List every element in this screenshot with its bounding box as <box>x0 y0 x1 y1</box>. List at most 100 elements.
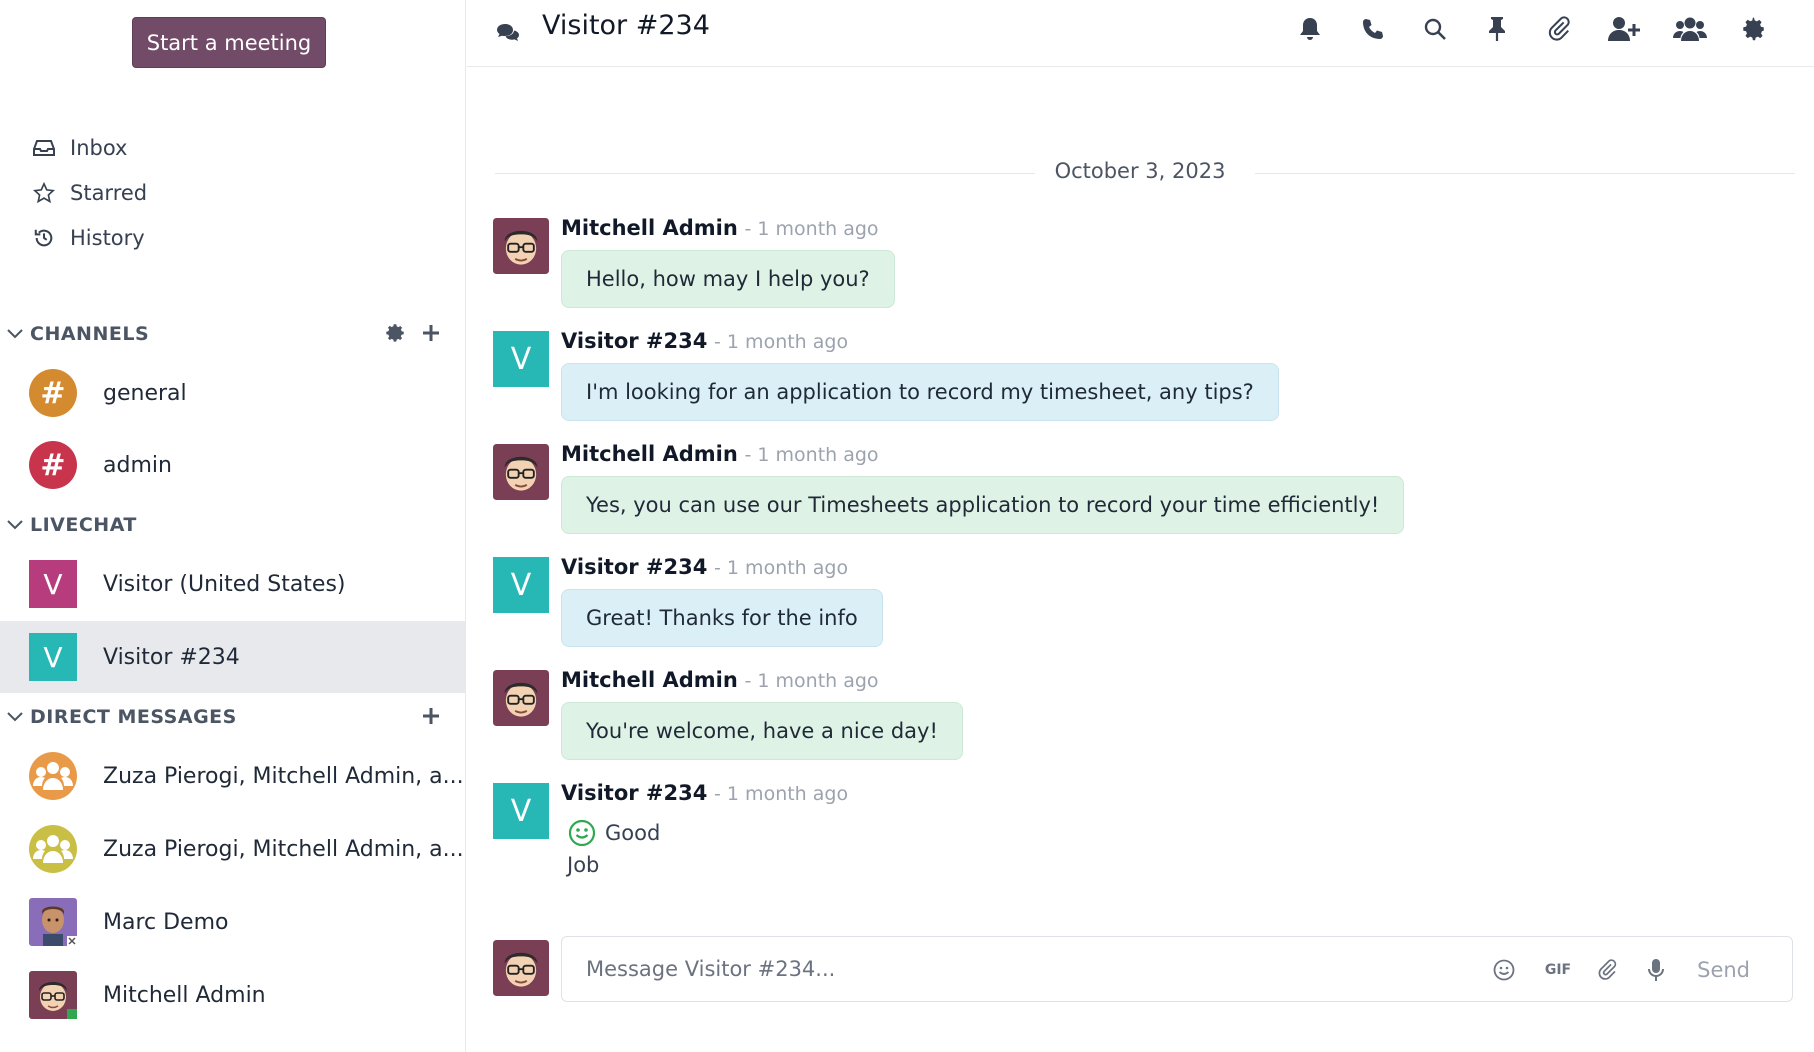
channel-name: general <box>103 380 187 406</box>
paperclip-icon[interactable] <box>1543 12 1577 46</box>
dm-name: Mitchell Admin <box>103 982 266 1008</box>
livechat-section-header[interactable]: LIVECHAT <box>0 505 466 545</box>
add-direct-message-icon[interactable] <box>418 701 444 731</box>
nav-item-label: Starred <box>70 180 148 205</box>
composer: GIF Send <box>493 936 1793 1002</box>
message-header: Visitor #234 - 1 month ago <box>561 781 848 805</box>
thread-title: Visitor #234 <box>542 10 710 41</box>
message-author[interactable]: Visitor #234 <box>561 555 707 579</box>
message-author[interactable]: Visitor #234 <box>561 329 707 353</box>
history-icon <box>30 224 58 252</box>
message-bubble: Yes, you can use our Timesheets applicat… <box>561 476 1405 534</box>
message-bubble: Great! Thanks for the info <box>561 589 883 647</box>
message-header: Visitor #234 - 1 month ago <box>561 555 848 579</box>
message-author[interactable]: Visitor #234 <box>561 781 707 805</box>
start-meeting-button[interactable]: Start a meeting <box>132 17 326 68</box>
visitor-avatar: V <box>29 560 77 608</box>
inbox-icon <box>30 134 58 162</box>
message-header: Mitchell Admin - 1 month ago <box>561 668 879 692</box>
message-bubble: You're welcome, have a nice day! <box>561 702 963 760</box>
nav-item-starred[interactable]: Starred <box>30 170 147 215</box>
dm-name: Marc Demo <box>103 909 229 935</box>
chevron-down-icon <box>0 510 30 540</box>
dm-name: Zuza Pierogi, Mitchell Admin, a... <box>103 836 464 862</box>
message-bubble: I'm looking for an application to record… <box>561 363 1279 421</box>
nav-item-inbox[interactable]: Inbox <box>30 125 147 170</box>
star-icon <box>30 179 58 207</box>
nav-item-history[interactable]: History <box>30 215 147 260</box>
direct-messages-section-header[interactable]: DIRECT MESSAGES <box>0 697 466 737</box>
livechat-item-visitor-united-states[interactable]: V Visitor (United States) <box>0 548 466 620</box>
paperclip-icon[interactable] <box>1592 954 1624 986</box>
group-icon <box>29 825 77 873</box>
nav-item-label: Inbox <box>70 135 128 160</box>
visitor-avatar[interactable]: V <box>493 331 549 387</box>
message-timestamp: - 1 month ago <box>714 557 849 579</box>
nav-item-label: History <box>70 225 145 250</box>
dm-item-marc-demo[interactable]: Marc Demo <box>0 886 466 958</box>
send-button[interactable]: Send <box>1697 951 1750 989</box>
message-author[interactable]: Mitchell Admin <box>561 442 738 466</box>
livechat-name: Visitor (United States) <box>103 571 346 597</box>
rating-line: Good <box>567 818 660 848</box>
gear-icon[interactable] <box>382 318 408 348</box>
section-label: LIVECHAT <box>30 514 137 536</box>
avatar[interactable] <box>493 670 549 726</box>
date-separator: October 3, 2023 <box>495 155 1795 189</box>
dm-name: Zuza Pierogi, Mitchell Admin, a... <box>103 763 464 789</box>
message-timestamp: - 1 month ago <box>744 444 879 466</box>
bell-icon[interactable] <box>1293 12 1327 46</box>
microphone-icon[interactable] <box>1640 954 1672 986</box>
dm-item-group-1[interactable]: Zuza Pierogi, Mitchell Admin, a... <box>0 740 466 812</box>
smiley-icon <box>567 818 597 848</box>
message-author[interactable]: Mitchell Admin <box>561 216 738 240</box>
section-label: CHANNELS <box>30 323 150 345</box>
chevron-down-icon <box>0 702 30 732</box>
phone-icon[interactable] <box>1356 12 1390 46</box>
avatar <box>493 940 549 996</box>
visitor-avatar: V <box>29 633 77 681</box>
sidebar: Start a meeting Inbox Starred History CH… <box>0 0 466 1052</box>
emoji-icon[interactable] <box>1488 954 1520 986</box>
mailbox-nav: Inbox Starred History <box>30 125 147 260</box>
message-header: Mitchell Admin - 1 month ago <box>561 216 879 240</box>
thread-view: Visitor #234 October 3, 2023 Mitchell Ad… <box>467 0 1814 1052</box>
avatar <box>29 898 77 946</box>
members-icon[interactable] <box>1673 12 1707 46</box>
thread-header: Visitor #234 <box>467 0 1814 67</box>
channels-section-header[interactable]: CHANNELS <box>0 314 466 354</box>
message-author[interactable]: Mitchell Admin <box>561 668 738 692</box>
chat-bubbles-icon <box>493 18 523 48</box>
avatar[interactable] <box>493 444 549 500</box>
add-user-icon[interactable] <box>1607 12 1641 46</box>
chevron-down-icon <box>0 319 30 349</box>
dm-item-group-2[interactable]: Zuza Pierogi, Mitchell Admin, a... <box>0 813 466 885</box>
avatar[interactable] <box>493 218 549 274</box>
message-input[interactable] <box>586 951 1446 987</box>
gif-icon[interactable]: GIF <box>1538 954 1578 986</box>
hashtag-icon: # <box>29 441 77 489</box>
visitor-avatar[interactable]: V <box>493 557 549 613</box>
pin-icon[interactable] <box>1480 12 1514 46</box>
rating-label: Good <box>605 821 661 845</box>
search-icon[interactable] <box>1418 12 1452 46</box>
add-channel-icon[interactable] <box>418 318 444 348</box>
message-timestamp: - 1 month ago <box>744 218 879 240</box>
message-timestamp: - 1 month ago <box>744 670 879 692</box>
message-header: Visitor #234 - 1 month ago <box>561 329 848 353</box>
composer-box: GIF Send <box>561 936 1793 1002</box>
group-icon <box>29 752 77 800</box>
channel-item-general[interactable]: # general <box>0 357 466 429</box>
livechat-item-visitor-234[interactable]: V Visitor #234 <box>0 621 466 693</box>
section-label: DIRECT MESSAGES <box>30 706 237 728</box>
channel-item-admin[interactable]: # admin <box>0 429 466 501</box>
message-header: Mitchell Admin - 1 month ago <box>561 442 879 466</box>
visitor-avatar[interactable]: V <box>493 783 549 839</box>
message-timestamp: - 1 month ago <box>714 783 849 805</box>
gear-icon[interactable] <box>1737 12 1771 46</box>
avatar <box>29 971 77 1019</box>
message-timestamp: - 1 month ago <box>714 331 849 353</box>
livechat-name: Visitor #234 <box>103 644 240 670</box>
hashtag-icon: # <box>29 369 77 417</box>
dm-item-mitchell-admin[interactable]: Mitchell Admin <box>0 959 466 1031</box>
